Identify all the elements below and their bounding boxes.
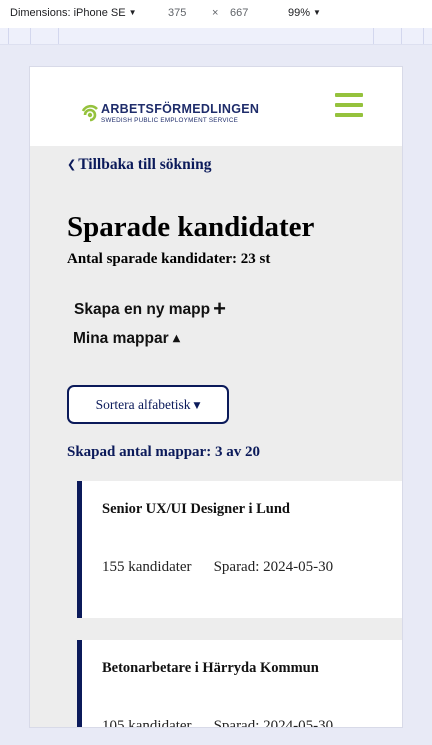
folder-meta: 155 kandidater Sparad: 2024-05-30 (102, 559, 333, 576)
dimensions-label: Dimensions: iPhone SE (10, 7, 126, 19)
back-link-label: Tillbaka till sökning (78, 156, 212, 173)
folder-title: Senior UX/UI Designer i Lund (102, 501, 290, 517)
chevron-down-icon: ▼ (193, 401, 201, 411)
dropdown-arrow-icon: ▼ (128, 8, 137, 17)
chevron-up-icon: ▲ (172, 333, 181, 344)
dropdown-arrow-icon: ▼ (313, 8, 321, 17)
site-header: ARBETSFÖRMEDLINGEN SWEDISH PUBLIC EMPLOY… (30, 67, 402, 146)
sort-button[interactable]: Sortera alfabetisk ▼ (67, 385, 229, 424)
chevron-left-icon: ❮ (67, 158, 77, 171)
saved-date: Sparad: 2024-05-30 (213, 718, 334, 727)
my-folders-label: Mina mappar (73, 330, 169, 347)
sort-label: Sortera alfabetisk (95, 397, 191, 412)
folder-count: Skapad antal mappar: 3 av 20 (67, 444, 260, 460)
width-input[interactable]: 375 (168, 7, 186, 19)
saved-candidates-count: Antal sparade kandidater: 23 st (67, 251, 271, 267)
saved-date: Sparad: 2024-05-30 (213, 559, 334, 575)
device-viewport: ARBETSFÖRMEDLINGEN SWEDISH PUBLIC EMPLOY… (30, 67, 402, 727)
logo-mark-icon (81, 104, 98, 122)
hamburger-icon[interactable] (335, 93, 363, 117)
zoom-select[interactable]: 99% ▼ (288, 7, 321, 19)
create-folder-button[interactable]: Skapa en ny mapp + (74, 296, 226, 322)
device-dimensions-select[interactable]: Dimensions: iPhone SE ▼ (10, 7, 136, 19)
dimension-separator: × (212, 7, 219, 19)
page-title: Sparade kandidater (67, 211, 315, 243)
zoom-label: 99% (288, 7, 311, 19)
folder-card[interactable]: Senior UX/UI Designer i Lund 155 kandida… (77, 481, 402, 618)
candidate-count: 105 kandidater (102, 718, 192, 727)
folder-title: Betonarbetare i Härryda Kommun (102, 660, 319, 676)
folder-meta: 105 kandidater Sparad: 2024-05-30 (102, 718, 333, 727)
folder-card[interactable]: Betonarbetare i Härryda Kommun 105 kandi… (77, 640, 402, 727)
logo-wordmark: ARBETSFÖRMEDLINGEN (101, 102, 260, 116)
arbetsformedlingen-logo[interactable]: ARBETSFÖRMEDLINGEN SWEDISH PUBLIC EMPLOY… (81, 101, 259, 125)
height-input[interactable]: 667 (230, 7, 248, 19)
media-query-ruler (0, 28, 432, 45)
my-folders-toggle[interactable]: Mina mappar ▲ (73, 330, 180, 348)
back-to-search-link[interactable]: ❮ Tillbaka till sökning (67, 156, 211, 174)
candidate-count: 155 kandidater (102, 559, 192, 575)
create-folder-label: Skapa en ny mapp (74, 301, 211, 318)
devtools-toolbar: Dimensions: iPhone SE ▼ 375 × 667 99% ▼ (0, 0, 432, 29)
logo-tagline: SWEDISH PUBLIC EMPLOYMENT SERVICE (101, 117, 239, 124)
plus-icon: + (213, 296, 226, 321)
